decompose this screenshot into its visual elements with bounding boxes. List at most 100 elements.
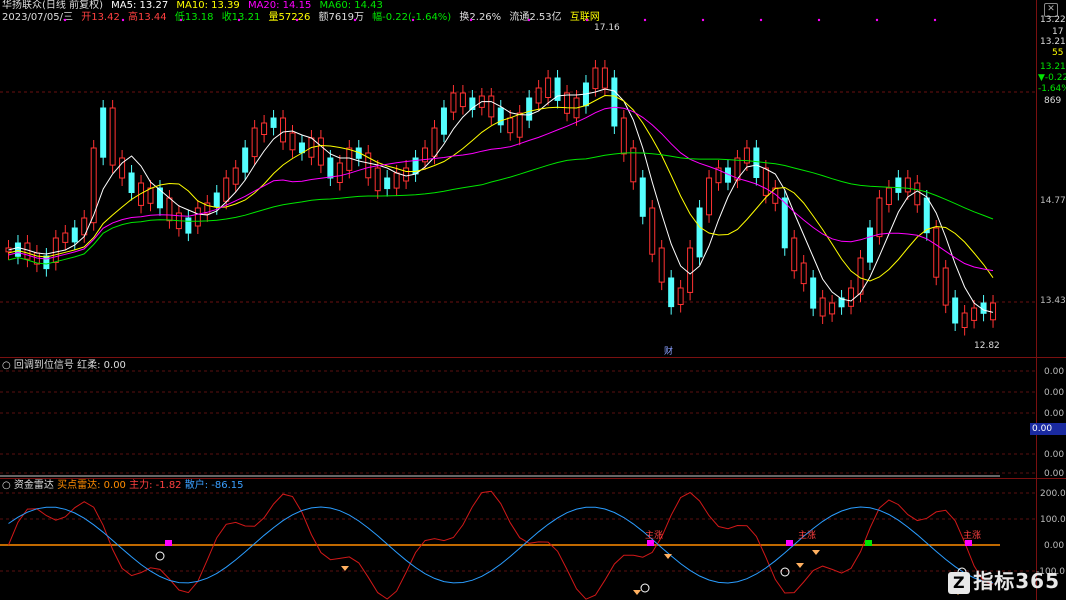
pane3-axis: 200.0	[1040, 489, 1066, 499]
signal-dot-icon	[643, 18, 647, 22]
candle-body	[507, 117, 514, 134]
candle-body	[251, 127, 258, 158]
candle-body	[639, 177, 646, 217]
candle-body	[232, 167, 239, 185]
radar-marker-icon	[812, 550, 820, 555]
candle-body	[327, 157, 334, 179]
pane2-icon[interactable]: ○	[2, 360, 11, 371]
candle-body	[620, 117, 627, 155]
pane3-title: 资金雷达	[13, 480, 54, 491]
candle-body	[961, 312, 968, 328]
candle-body	[280, 117, 287, 143]
pane3-main: 主力: -1.82	[129, 480, 182, 491]
candle-body	[781, 197, 788, 249]
candle-body	[876, 197, 883, 238]
pane2-axis: 0.00	[1044, 469, 1065, 479]
signal-dot-icon	[875, 18, 879, 22]
candle-body	[100, 107, 107, 158]
candle-body	[895, 177, 902, 193]
panel-num: 869	[1044, 96, 1062, 106]
pane2-axis: 0.00	[1044, 367, 1065, 377]
candle-body	[440, 107, 447, 135]
candle-body	[649, 207, 656, 255]
pane2-axis: 0.00	[1044, 450, 1065, 460]
signal-dot-icon	[817, 18, 821, 22]
pane3-buy: 买点雷达: 0.00	[57, 480, 126, 491]
signal-dot-icon	[121, 18, 125, 22]
watermark-logo-icon: Z	[948, 572, 971, 594]
candle-body	[611, 77, 618, 127]
signal-dot-icon	[585, 18, 589, 22]
price-axis-label: 14.77	[1040, 196, 1066, 206]
candle-body	[526, 97, 533, 121]
candle-body	[866, 227, 873, 263]
kline-chart[interactable]	[0, 0, 1036, 600]
candle-body	[147, 187, 154, 204]
candle-body	[384, 177, 391, 190]
candle-body	[24, 242, 31, 260]
candle-body	[431, 127, 438, 157]
signal-dot-icon	[701, 18, 705, 22]
candle-body	[658, 247, 665, 283]
signal-dot-icon	[179, 18, 183, 22]
pane3-axis: 0.00	[1044, 541, 1065, 551]
candle-body	[393, 172, 400, 189]
panel-last: 13.21	[1040, 62, 1066, 72]
pane3-tag: 主涨	[963, 531, 982, 541]
candle-body	[885, 187, 892, 205]
signal-block-icon	[865, 540, 872, 546]
candle-body	[128, 172, 135, 193]
pane2-series: 红柔: 0.00	[77, 360, 126, 371]
candle-body	[923, 197, 930, 234]
pane3-icon[interactable]: ○	[2, 480, 11, 491]
candle-body	[403, 167, 410, 182]
candle-body	[942, 267, 949, 306]
pane3-tag: 主涨	[645, 531, 664, 541]
signal-dot-icon	[759, 18, 763, 22]
pane2-axis: 0.00	[1044, 388, 1065, 398]
candle-body	[952, 297, 959, 324]
candle-body	[52, 237, 59, 263]
pane2-current: 0.00	[1030, 423, 1066, 435]
signal-dot-icon	[411, 18, 415, 22]
candle-body	[488, 95, 495, 118]
candle-body	[848, 287, 855, 307]
candle-body	[194, 207, 201, 227]
pane2-header: ○ 回调到位信号 红柔: 0.00	[2, 360, 126, 372]
candle-body	[346, 147, 353, 171]
cai-marker[interactable]: 财	[664, 347, 673, 357]
panel-vol: 17	[1052, 27, 1064, 37]
low-label: 12.82	[974, 341, 1000, 351]
candle-body	[800, 262, 807, 285]
panel-price: 13.22	[1040, 15, 1066, 25]
radar-marker-icon	[341, 566, 349, 571]
high-label: 17.16	[594, 23, 620, 33]
candle-body	[914, 182, 921, 206]
pane3-header: ○ 资金雷达 买点雷达: 0.00 主力: -1.82 散户: -86.15	[2, 480, 244, 492]
signal-dot-icon	[295, 18, 299, 22]
signal-block-icon	[165, 540, 172, 546]
candle-body	[535, 87, 542, 104]
pane2-title: 回调到位信号	[13, 360, 74, 371]
candle-body	[791, 237, 798, 272]
candle-body	[14, 242, 21, 257]
candle-body	[298, 142, 305, 154]
candle-body	[810, 277, 817, 309]
signal-dot-icon	[469, 18, 473, 22]
candle-body	[71, 227, 78, 243]
ma60-line	[8, 152, 994, 265]
watermark: Z 指标365	[948, 565, 1060, 594]
panel-pct: -1.64%	[1038, 84, 1066, 94]
candle-body	[819, 297, 826, 317]
panel-change: ▼-0.22	[1038, 73, 1066, 83]
pane3-tag: 主涨	[798, 531, 817, 541]
signal-dot-icon	[237, 18, 241, 22]
candle-body	[261, 122, 268, 135]
buy-point-icon	[780, 567, 790, 577]
price-axis-label: 13.43	[1040, 296, 1066, 306]
candle-body	[971, 307, 978, 321]
candle-body	[668, 277, 675, 308]
signal-dot-icon	[933, 18, 937, 22]
watermark-text: 指标365	[973, 569, 1060, 593]
candle-body	[545, 77, 552, 98]
